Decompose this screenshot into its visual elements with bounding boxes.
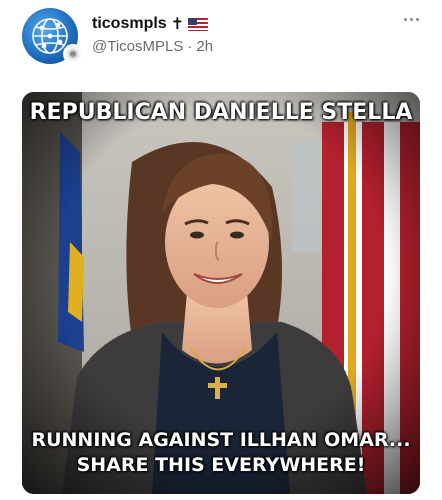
handle[interactable]: @TicosMPLS (92, 38, 183, 55)
author-name-row[interactable]: ticosmpls ✝ (92, 14, 209, 34)
meta-separator: · (187, 38, 193, 55)
more-options-button[interactable] (398, 10, 424, 28)
display-name[interactable]: ticosmpls (92, 15, 167, 33)
timestamp[interactable]: 2h (196, 38, 213, 55)
caption-bottom-line-2: SHARE THIS EVERYWHERE! (76, 454, 366, 476)
more-horizontal-icon (403, 17, 407, 21)
cross-icon: ✝ (170, 16, 185, 33)
post-image[interactable]: REPUBLICAN DANIELLE STELLA RUNNING AGAIN… (22, 92, 420, 494)
avatar-badge (63, 44, 83, 64)
caption-top: REPUBLICAN DANIELLE STELLA (29, 100, 413, 125)
caption-bottom-line-1: RUNNING AGAINST ILLHAN OMAR... (31, 429, 411, 451)
post-card: ticosmpls ✝ @TicosMPLS · 2h REPUBLICAN D… (0, 0, 442, 500)
author-meta: @TicosMPLS · 2h (92, 38, 213, 55)
us-flag-icon (188, 17, 209, 31)
